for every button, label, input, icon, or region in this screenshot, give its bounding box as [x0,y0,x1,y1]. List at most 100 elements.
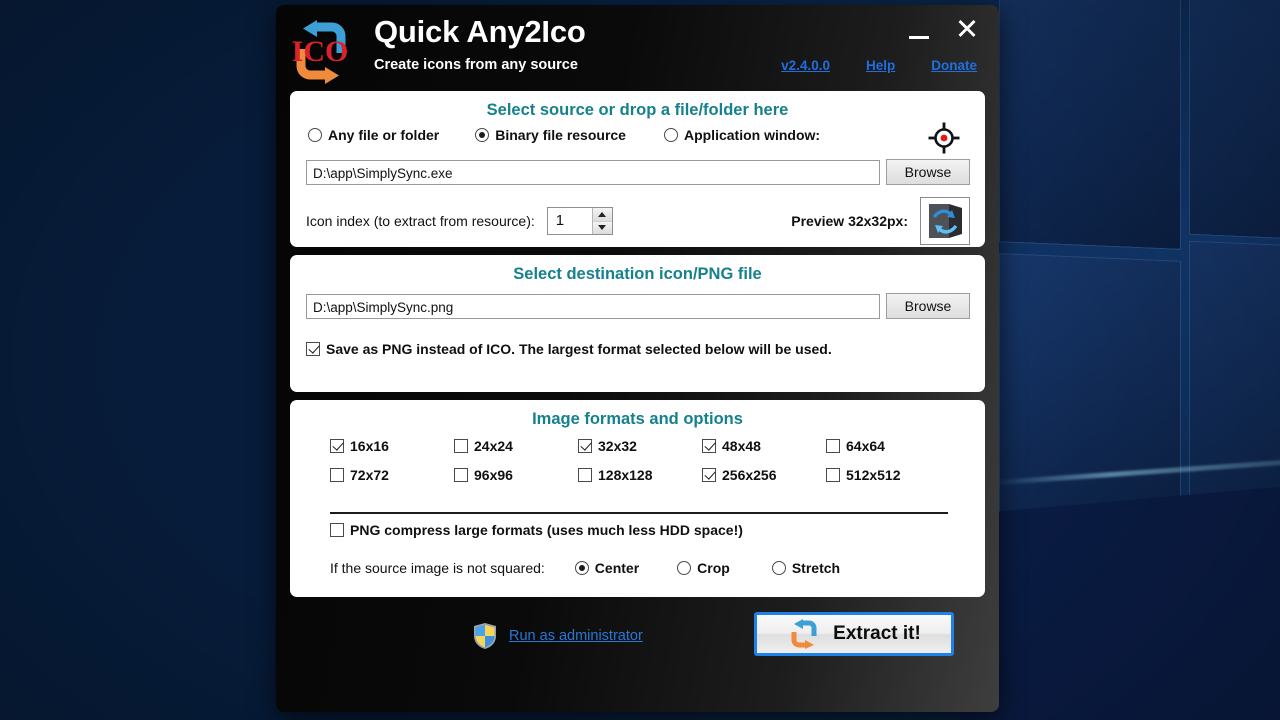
checkbox-format-48x48[interactable]: 48x48 [702,438,826,454]
checkbox-format-24x24[interactable]: 24x24 [454,438,578,454]
chevron-down-icon [598,225,607,231]
window-controls: ✕ [901,13,985,47]
checkbox-icon-checked [306,342,320,356]
formats-panel: Image formats and options 16x16 24x24 32… [290,400,985,597]
checkbox-icon-checked [702,468,716,482]
chevron-up-icon [598,211,607,217]
checkbox-label: 64x64 [846,438,885,454]
checkbox-icon [578,468,592,482]
checkbox-icon-checked [702,439,716,453]
checkbox-icon-checked [578,439,592,453]
icon-preview-box [920,197,970,245]
formats-separator [330,512,948,514]
checkbox-icon [454,468,468,482]
radio-icon-selected [475,128,490,142]
stepper-up-button[interactable] [592,208,612,222]
checkbox-label: 96x96 [474,467,513,483]
help-link[interactable]: Help [866,58,895,73]
quick-any2ico-window: ICO Quick Any2Ico Create icons from any … [276,5,999,712]
checkbox-format-32x32[interactable]: 32x32 [578,438,702,454]
checkbox-save-as-png[interactable]: Save as PNG instead of ICO. The largest … [306,341,832,357]
format-checkbox-grid: 16x16 24x24 32x32 48x48 64x64 72x72 96x9… [330,438,950,483]
checkbox-label: 32x32 [598,438,637,454]
radio-label: Crop [697,560,730,576]
destination-browse-button[interactable]: Browse [886,293,970,319]
radio-icon [663,128,678,142]
checkbox-label: 72x72 [350,467,389,483]
title-bar[interactable]: ICO Quick Any2Ico Create icons from any … [276,5,999,89]
checkbox-label: 24x24 [474,438,513,454]
desktop-background: ICO Quick Any2Ico Create icons from any … [0,0,1280,720]
radio-icon-selected [574,561,589,575]
source-type-radio-group: Any file or folder Binary file resource … [306,122,969,154]
non-squared-label: If the source image is not squared: [330,560,545,576]
radio-icon [677,561,692,575]
icon-index-stepper[interactable]: 1 [546,207,613,235]
radio-icon [308,128,322,142]
non-squared-radio-group: If the source image is not squared: Cent… [330,560,950,576]
checkbox-label: 256x256 [722,467,777,483]
close-button[interactable]: ✕ [949,13,985,47]
destination-path-input[interactable]: D:\app\SimplySync.png [306,293,880,319]
radio-label: Center [594,560,640,576]
icon-index-label: Icon index (to extract from resource): [306,213,535,229]
source-panel: Select source or drop a file/folder here… [290,91,985,247]
checkbox-format-256x256[interactable]: 256x256 [702,467,826,483]
radio-center[interactable]: Center [574,560,640,576]
extract-button-label: Extract it! [833,623,921,644]
checkbox-icon [330,468,344,482]
radio-any-file-or-folder[interactable]: Any file or folder [308,127,439,143]
stepper-down-button[interactable] [592,221,612,234]
close-icon: ✕ [954,13,980,46]
stepper-buttons [591,208,612,234]
svg-text:ICO: ICO [292,35,349,68]
checkbox-format-512x512[interactable]: 512x512 [826,467,950,483]
radio-icon [771,561,786,575]
checkbox-format-64x64[interactable]: 64x64 [826,438,950,454]
radio-binary-file-resource[interactable]: Binary file resource [475,127,626,143]
checkbox-format-16x16[interactable]: 16x16 [330,438,454,454]
radio-label: Any file or folder [328,127,440,143]
run-as-administrator-link[interactable]: Run as administrator [509,628,643,644]
checkbox-format-96x96[interactable]: 96x96 [454,467,578,483]
version-link[interactable]: v2.4.0.0 [781,58,830,73]
crosshair-target-icon[interactable] [927,121,961,155]
title-text-block: Quick Any2Ico Create icons from any sour… [374,14,586,74]
source-path-row: D:\app\SimplySync.exe Browse [306,159,970,185]
checkbox-label: 512x512 [846,467,901,483]
source-path-input[interactable]: D:\app\SimplySync.exe [306,159,880,185]
folder-sync-preview-icon [929,204,962,238]
icon-index-value[interactable]: 1 [548,208,592,234]
checkbox-icon [826,439,840,453]
checkbox-label: Save as PNG instead of ICO. The largest … [326,341,832,357]
app-title: Quick Any2Ico [374,14,586,49]
radio-application-window[interactable]: Application window: [663,127,821,143]
checkbox-format-72x72[interactable]: 72x72 [330,467,454,483]
extract-arrows-icon [791,619,817,649]
radio-crop[interactable]: Crop [677,560,730,576]
checkbox-format-128x128[interactable]: 128x128 [578,467,702,483]
destination-panel: Select destination icon/PNG file D:\app\… [290,255,985,392]
checkbox-icon [330,523,344,537]
minimize-button[interactable] [901,13,937,47]
donate-link[interactable]: Donate [931,58,977,73]
uac-shield-icon [474,623,496,649]
extract-button[interactable]: Extract it! [754,612,954,656]
checkbox-label: 48x48 [722,438,761,454]
title-links: v2.4.0.0 Help Donate [781,58,977,73]
app-logo-icon: ICO [292,20,349,84]
checkbox-png-compress[interactable]: PNG compress large formats (uses much le… [330,522,743,538]
preview-label: Preview 32x32px: [791,213,908,229]
source-panel-title: Select source or drop a file/folder here [486,101,789,119]
checkbox-label: 16x16 [350,438,389,454]
app-subtitle: Create icons from any source [374,57,578,74]
radio-label: Application window: [683,127,821,143]
radio-stretch[interactable]: Stretch [771,560,840,576]
source-browse-button[interactable]: Browse [886,159,970,185]
checkbox-icon [826,468,840,482]
checkbox-icon-checked [330,439,344,453]
destination-path-row: D:\app\SimplySync.png Browse [306,293,970,319]
destination-panel-title: Select destination icon/PNG file [513,265,762,283]
run-as-administrator-row[interactable]: Run as administrator [472,622,643,650]
icon-index-row: Icon index (to extract from resource): 1… [306,197,970,245]
